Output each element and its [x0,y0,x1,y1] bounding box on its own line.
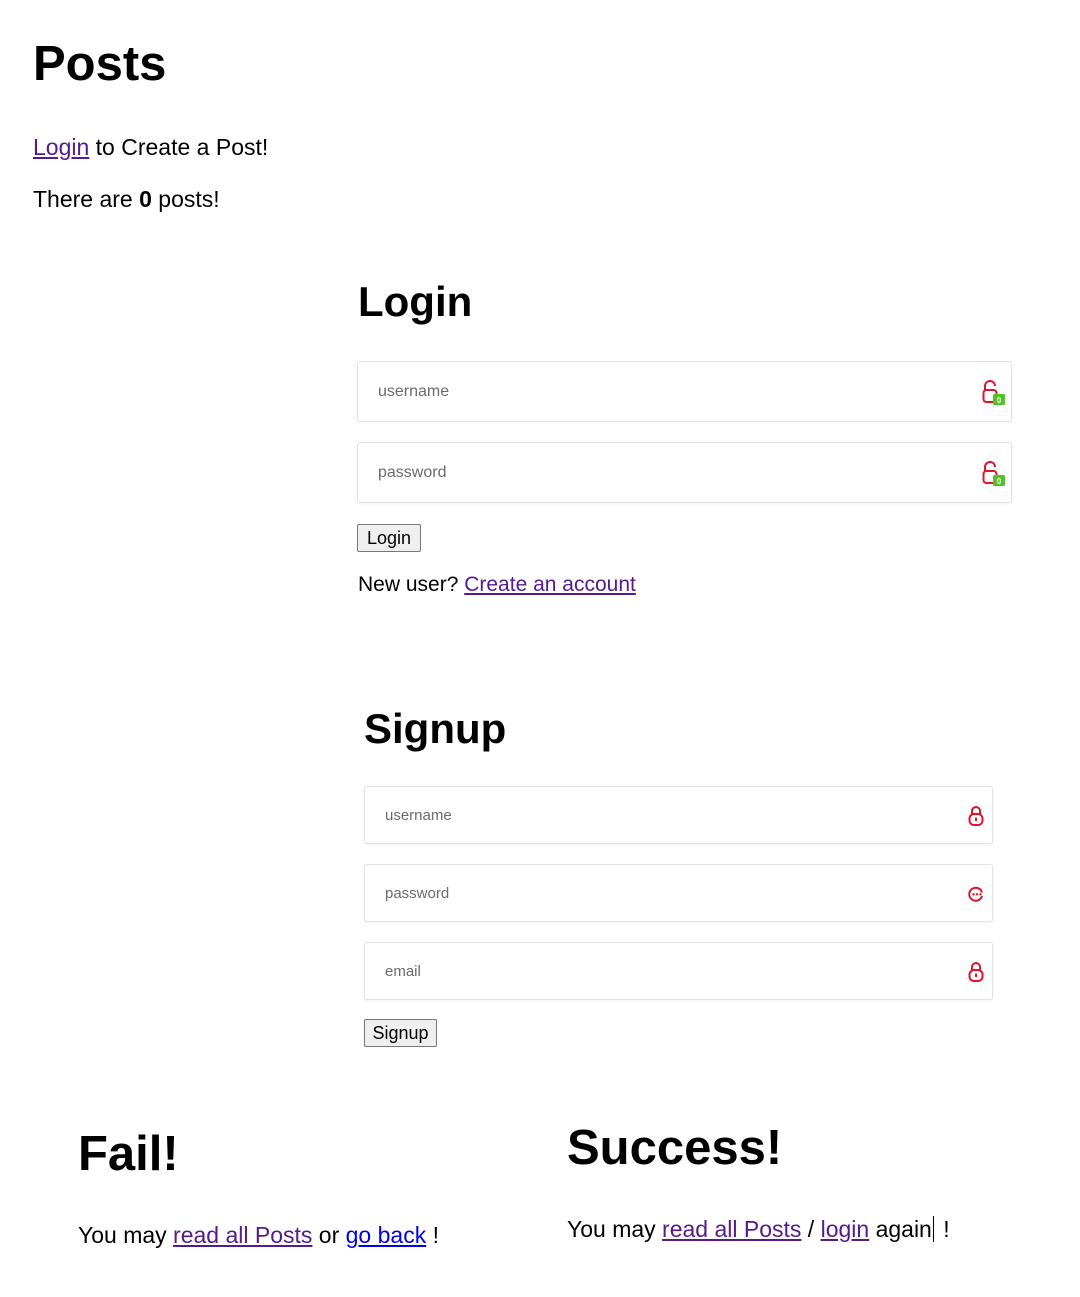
post-count-prefix: There are [33,186,140,212]
success-again: again [869,1216,932,1242]
fail-suffix: ! [426,1222,439,1248]
create-account-link[interactable]: Create an account [464,573,636,596]
lock-icon[interactable] [967,805,985,827]
post-count: There are 0 posts! [33,184,220,214]
login-again-link[interactable]: login [821,1216,870,1242]
signup-password-input[interactable] [385,865,887,921]
fail-title: Fail! [78,1127,179,1181]
signup-username-field[interactable] [364,786,993,844]
fail-message: You may read all Posts or go back ! [78,1220,439,1250]
login-title: Login [358,278,473,325]
svg-text:0: 0 [997,396,1002,405]
password-manager-icon[interactable]: 0 [981,460,1007,488]
new-user-prompt: New user? Create an account [358,571,636,599]
post-count-value: 0 [139,186,152,212]
success-separator: / [801,1216,821,1242]
text-cursor [932,1216,934,1242]
signup-email-input[interactable] [385,943,887,999]
signup-username-input[interactable] [385,787,887,843]
read-all-posts-link[interactable]: read all Posts [662,1216,801,1242]
generate-password-icon[interactable] [967,883,985,905]
signup-button[interactable]: Signup [364,1019,437,1047]
success-prefix: You may [567,1216,663,1242]
fail-middle: or [312,1222,346,1248]
new-user-text: New user? [358,573,465,596]
lock-icon[interactable] [967,961,985,983]
login-prompt-text: to Create a Post! [89,134,269,160]
signup-email-field[interactable] [364,942,993,1000]
success-message: You may read all Posts / login again ! [567,1214,950,1244]
fail-prefix: You may [78,1222,174,1248]
go-back-link[interactable]: go back [346,1222,427,1248]
login-link[interactable]: Login [33,134,89,160]
signup-title: Signup [364,705,507,752]
post-count-suffix: posts! [151,186,220,212]
page-title: Posts [33,37,167,91]
login-password-field[interactable]: 0 [357,442,1012,503]
success-title: Success! [567,1121,783,1175]
login-username-input[interactable] [378,362,901,421]
success-suffix: ! [936,1216,950,1242]
password-manager-icon[interactable]: 0 [981,379,1007,407]
svg-text:0: 0 [997,477,1002,486]
login-password-input[interactable] [378,443,901,502]
login-username-field[interactable]: 0 [357,361,1012,422]
signup-password-field[interactable] [364,864,993,922]
login-button[interactable]: Login [357,524,421,552]
login-prompt: Login to Create a Post! [33,132,268,162]
read-all-posts-link[interactable]: read all Posts [173,1222,312,1248]
